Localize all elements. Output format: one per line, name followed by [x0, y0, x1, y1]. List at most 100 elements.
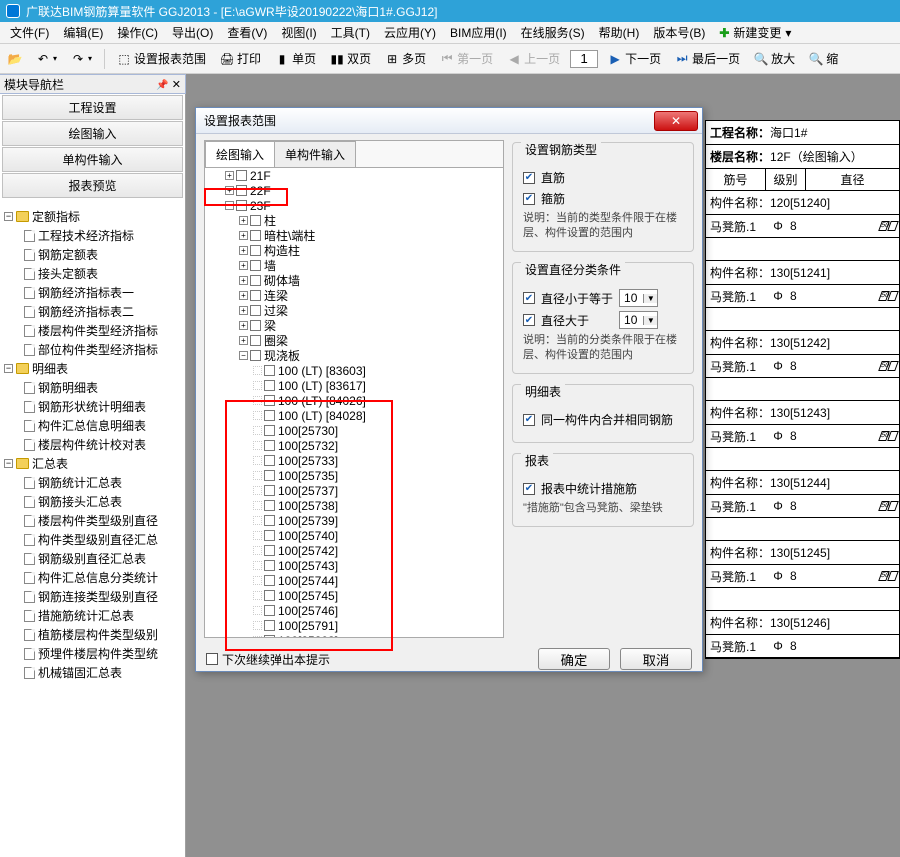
menu-file[interactable]: 文件(F): [4, 22, 55, 43]
menu-edit[interactable]: 编辑(E): [57, 22, 109, 43]
tree-node[interactable]: +22F: [207, 183, 501, 198]
tree-checkbox[interactable]: [264, 635, 275, 637]
tree-checkbox[interactable]: [264, 380, 275, 391]
menu-export[interactable]: 导出(O): [166, 22, 219, 43]
checkbox-dia-le[interactable]: [523, 292, 535, 304]
nav-item[interactable]: 工程技术经济指标: [0, 226, 185, 245]
pin-icon[interactable]: 📌: [156, 80, 168, 91]
cancel-button[interactable]: 取消: [620, 648, 692, 670]
menu-help[interactable]: 帮助(H): [593, 22, 646, 43]
nav-item[interactable]: 钢筋明细表: [0, 378, 185, 397]
tree-checkbox[interactable]: [264, 500, 275, 511]
tree-checkbox[interactable]: [264, 455, 275, 466]
dialog-titlebar[interactable]: 设置报表范围 ✕: [196, 108, 702, 134]
tree-checkbox[interactable]: [250, 230, 261, 241]
tree-node[interactable]: 100 (LT) [83603]: [207, 363, 501, 378]
tree-node[interactable]: 100[25746]: [207, 603, 501, 618]
tree-checkbox[interactable]: [264, 590, 275, 601]
nav-item[interactable]: 钢筋连接类型级别直径: [0, 587, 185, 606]
nav-item[interactable]: 楼层构件类型经济指标: [0, 321, 185, 340]
nav-item[interactable]: 钢筋统计汇总表: [0, 473, 185, 492]
expand-icon[interactable]: +: [239, 246, 248, 255]
tree-checkbox[interactable]: [250, 275, 261, 286]
nav-item[interactable]: 钢筋定额表: [0, 245, 185, 264]
tree-checkbox[interactable]: [250, 335, 261, 346]
nav-item[interactable]: 部位构件类型经济指标: [0, 340, 185, 359]
tab-single-input[interactable]: 单构件输入: [274, 141, 356, 167]
tree-node[interactable]: 100[25733]: [207, 453, 501, 468]
sidebar-btn-single[interactable]: 单构件输入: [2, 147, 183, 172]
expand-icon[interactable]: +: [239, 306, 248, 315]
checkbox-straight[interactable]: [523, 172, 535, 184]
tree-node[interactable]: +柱: [207, 213, 501, 228]
tree-node[interactable]: +梁: [207, 318, 501, 333]
tb-zoom-out[interactable]: 🔍缩: [805, 48, 842, 69]
tb-single[interactable]: ▮单页: [271, 48, 320, 69]
tree-node[interactable]: −现浇板: [207, 348, 501, 363]
tree-checkbox[interactable]: [264, 620, 275, 631]
tb-zoom-in[interactable]: 🔍放大: [750, 48, 799, 69]
tree-node[interactable]: 100[25742]: [207, 543, 501, 558]
tree-node[interactable]: 100 (LT) [84028]: [207, 408, 501, 423]
tree-checkbox[interactable]: [250, 350, 261, 361]
minus-icon[interactable]: −: [4, 212, 13, 221]
tree-checkbox[interactable]: [250, 305, 261, 316]
tree-node[interactable]: 100[25744]: [207, 573, 501, 588]
close-icon[interactable]: ✕: [172, 79, 181, 91]
menu-view[interactable]: 查看(V): [221, 22, 273, 43]
dropdown-dia-le[interactable]: 10▼: [619, 289, 658, 307]
menu-op[interactable]: 操作(C): [111, 22, 164, 43]
menu-new-change[interactable]: ✚新建变更▾: [713, 22, 797, 43]
dropdown-dia-gt[interactable]: 10▼: [619, 311, 658, 329]
nav-item[interactable]: 构件类型级别直径汇总: [0, 530, 185, 549]
tree-node[interactable]: 100[25791]: [207, 618, 501, 633]
dialog-close-button[interactable]: ✕: [654, 111, 698, 131]
tree-checkbox[interactable]: [236, 200, 247, 211]
tree-checkbox[interactable]: [250, 260, 261, 271]
minus-icon[interactable]: −: [4, 459, 13, 468]
tree-node[interactable]: 100[25739]: [207, 513, 501, 528]
menu-version[interactable]: 版本号(B): [647, 22, 711, 43]
tree-checkbox[interactable]: [250, 215, 261, 226]
tree-node[interactable]: 100[25730]: [207, 423, 501, 438]
sidebar-btn-draw[interactable]: 绘图输入: [2, 121, 183, 146]
tb-page-input[interactable]: [570, 50, 598, 68]
tree-node[interactable]: 100 (LT) [83617]: [207, 378, 501, 393]
nav-item[interactable]: 预埋件楼层构件类型统: [0, 644, 185, 663]
tree-checkbox[interactable]: [264, 410, 275, 421]
tb-next[interactable]: ▶下一页: [604, 48, 665, 69]
nav-item[interactable]: 构件汇总信息分类统计: [0, 568, 185, 587]
tree-node[interactable]: 100 (LT) [84026]: [207, 393, 501, 408]
expand-icon[interactable]: −: [239, 351, 248, 360]
tb-undo[interactable]: ↶▾: [32, 50, 61, 68]
expand-icon[interactable]: −: [225, 201, 234, 210]
nav-item[interactable]: 钢筋接头汇总表: [0, 492, 185, 511]
tb-first[interactable]: ⏮第一页: [436, 48, 497, 69]
nav-item[interactable]: 钢筋级别直径汇总表: [0, 549, 185, 568]
tree-checkbox[interactable]: [264, 575, 275, 586]
nav-item[interactable]: 钢筋形状统计明细表: [0, 397, 185, 416]
tree-node[interactable]: +墙: [207, 258, 501, 273]
tb-last[interactable]: ⏭最后一页: [671, 48, 744, 69]
tree-node[interactable]: −23F: [207, 198, 501, 213]
checkbox-cuoshi[interactable]: [523, 483, 535, 495]
tree-checkbox[interactable]: [250, 290, 261, 301]
minus-icon[interactable]: −: [4, 364, 13, 373]
checkbox-next-prompt[interactable]: [206, 653, 218, 665]
tb-double[interactable]: ▮▮双页: [326, 48, 375, 69]
tree-node[interactable]: 100[25740]: [207, 528, 501, 543]
nav-item[interactable]: 机械锚固汇总表: [0, 663, 185, 682]
tree-node[interactable]: +21F: [207, 168, 501, 183]
tree-checkbox[interactable]: [264, 395, 275, 406]
tb-redo[interactable]: ↷▾: [67, 50, 96, 68]
nav-item[interactable]: 构件汇总信息明细表: [0, 416, 185, 435]
menu-tools[interactable]: 工具(T): [325, 22, 376, 43]
nav-folder[interactable]: −汇总表: [0, 454, 185, 473]
tb-open[interactable]: 📂: [4, 50, 26, 68]
expand-icon[interactable]: +: [239, 336, 248, 345]
tree-checkbox[interactable]: [250, 245, 261, 256]
tree-node[interactable]: +圈梁: [207, 333, 501, 348]
tree-node[interactable]: 100[25735]: [207, 468, 501, 483]
expand-icon[interactable]: +: [239, 231, 248, 240]
tree-node[interactable]: 100[25732]: [207, 438, 501, 453]
